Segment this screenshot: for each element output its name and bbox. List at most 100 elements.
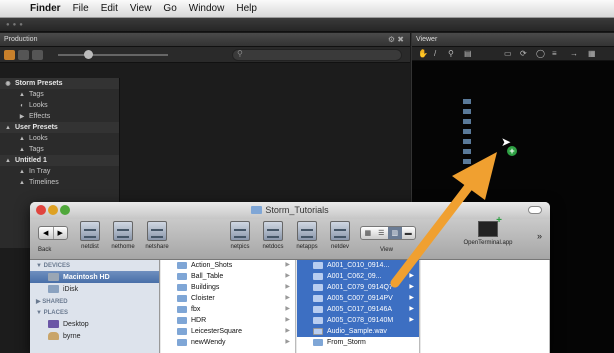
finder-titlebar[interactable]: Storm_Tutorials xyxy=(30,202,550,219)
icon-view-button[interactable]: ▦ xyxy=(361,227,375,239)
coverflow-view-button[interactable]: ▬ xyxy=(402,227,416,239)
list-item[interactable]: Cloister ▶ xyxy=(161,293,295,304)
devices-header[interactable]: ▼ DEVICES xyxy=(30,260,159,271)
list-item[interactable]: Buildings ▶ xyxy=(161,282,295,293)
menu-go[interactable]: Go xyxy=(157,3,182,14)
toolbar-netdist[interactable]: netdist xyxy=(76,221,104,250)
places-header[interactable]: ▼ PLACES xyxy=(30,307,159,318)
list-item[interactable]: A005_C007_0914PV ▶ xyxy=(297,293,419,304)
levels-icon[interactable]: ≡ xyxy=(552,49,557,58)
viewer-title: Viewer xyxy=(416,36,438,43)
list-item[interactable]: A001_C079_0914Q7 ▶ xyxy=(297,282,419,293)
frame-icon[interactable]: ▤ xyxy=(464,49,472,58)
toolbar-nethome[interactable]: nethome xyxy=(108,221,138,250)
sidebar-item-byrne[interactable]: byrne xyxy=(30,330,159,342)
list-item[interactable]: From_Storm xyxy=(297,337,419,348)
menu-view[interactable]: View xyxy=(124,3,158,14)
folder-icon xyxy=(177,262,187,269)
toolbar-netdev[interactable]: netdev xyxy=(326,221,354,250)
arrow-right-icon[interactable]: → xyxy=(570,49,578,58)
toolbar-toggle-button[interactable] xyxy=(528,206,542,214)
menu-help[interactable]: Help xyxy=(230,3,263,14)
copy-plus-icon: + xyxy=(507,146,517,156)
production-title: Production xyxy=(4,36,38,43)
toolbar-overflow-icon[interactable]: » xyxy=(537,231,542,241)
list-item[interactable]: A001_C010_0914... ▶ xyxy=(297,260,419,271)
search-input[interactable]: ⚲ xyxy=(232,49,402,61)
sidebar-item-user-looks[interactable]: ▲ Looks xyxy=(0,133,119,144)
hard-drive-icon xyxy=(48,273,59,281)
search-icon: ⚲ xyxy=(237,49,243,58)
network-drive-icon xyxy=(113,221,133,241)
folder-icon xyxy=(251,206,263,214)
list-view-button[interactable]: ☰ xyxy=(375,227,389,239)
slider-knob[interactable] xyxy=(84,50,93,59)
idisk-icon xyxy=(48,285,59,293)
list-item[interactable]: fbx ▶ xyxy=(161,304,295,315)
viewer-panel-header: Viewer xyxy=(412,33,614,47)
chevron-right-icon: ▶ xyxy=(285,284,290,290)
sidebar-item-timelines[interactable]: ▲ Timelines xyxy=(0,177,119,188)
shared-header[interactable]: ▶ SHARED xyxy=(30,295,159,307)
zoom-icon[interactable]: ⚲ xyxy=(448,49,454,58)
list-item[interactable]: Audio_Sample.wav xyxy=(297,326,419,337)
sidebar-item-effects[interactable]: ▶ Effects xyxy=(0,111,119,122)
rotate-icon[interactable]: ⟳ xyxy=(520,49,527,58)
chevron-right-icon: ▶ xyxy=(285,306,290,312)
filmstrip-view-button[interactable] xyxy=(32,50,43,60)
column-view-button[interactable]: ▥ xyxy=(388,227,402,239)
list-item[interactable]: newWendy ▶ xyxy=(161,337,295,348)
toolbar-netpics[interactable]: netpics xyxy=(226,221,254,250)
thumbnail-size-slider[interactable] xyxy=(58,54,168,56)
grid-view-button[interactable] xyxy=(4,50,15,60)
minimize-button[interactable] xyxy=(48,205,58,215)
sidebar-item-user-tags[interactable]: ▲ Tags xyxy=(0,144,119,155)
menu-file[interactable]: File xyxy=(67,3,95,14)
sidebar-item-idisk[interactable]: iDisk xyxy=(30,283,159,295)
window-controls[interactable]: ●●● xyxy=(6,22,26,28)
storm-icon: ◉ xyxy=(5,81,11,87)
production-panel-header: Production ⚙ ✖ xyxy=(0,33,410,47)
sidebar-header-user-presets[interactable]: ▲ User Presets xyxy=(0,122,119,133)
folder-icon xyxy=(313,295,323,302)
list-item[interactable]: Ball_Table ▶ xyxy=(161,271,295,282)
back-forward-buttons[interactable]: ◀ ▶ xyxy=(38,226,68,240)
sidebar-item-tags[interactable]: ▲ Tags xyxy=(0,89,119,100)
menu-finder[interactable]: Finder xyxy=(24,3,67,14)
list-item[interactable]: Action_Shots ▶ xyxy=(161,260,295,271)
view-mode-buttons[interactable]: ▦ ☰ ▥ ▬ xyxy=(360,226,416,240)
tag-icon: ▲ xyxy=(19,91,25,98)
sidebar-header-untitled[interactable]: ▲ Untitled 1 xyxy=(0,155,119,166)
toolbar-open-terminal[interactable]: OpenTerminal.app xyxy=(458,215,518,246)
toolbar-netapps[interactable]: netapps xyxy=(292,221,322,250)
sidebar-item-macintosh-hd[interactable]: Macintosh HD xyxy=(30,271,159,283)
sidebar-item-desktop[interactable]: Desktop xyxy=(30,318,159,330)
chevron-right-icon: ▶ xyxy=(409,306,414,312)
pen-icon[interactable]: / xyxy=(434,49,436,58)
list-item[interactable]: A001_C062_09... ▶ xyxy=(297,271,419,282)
toolbar-netdocs[interactable]: netdocs xyxy=(258,221,288,250)
menu-edit[interactable]: Edit xyxy=(95,3,124,14)
folder-icon xyxy=(313,317,323,324)
list-item[interactable]: HDR ▶ xyxy=(161,315,295,326)
color-icon[interactable]: ◯ xyxy=(536,49,545,58)
sidebar-item-in-tray[interactable]: ▲ In Tray xyxy=(0,166,119,177)
menu-window[interactable]: Window xyxy=(183,3,231,14)
crop-icon[interactable]: ▭ xyxy=(504,49,512,58)
forward-arrow-icon[interactable]: ▶ xyxy=(52,227,68,239)
sidebar-item-looks[interactable]: ◐ Looks xyxy=(0,100,119,111)
network-drive-icon xyxy=(330,221,350,241)
list-item[interactable]: LeicesterSquare ▶ xyxy=(161,326,295,337)
zoom-button[interactable] xyxy=(60,205,70,215)
back-arrow-icon[interactable]: ◀ xyxy=(39,227,53,239)
list-view-button[interactable] xyxy=(18,50,29,60)
list-item[interactable]: A005_C017_09146A ▶ xyxy=(297,304,419,315)
menu-bar: Finder File Edit View Go Window Help xyxy=(0,0,614,18)
toolbar-netshare[interactable]: netshare xyxy=(142,221,172,250)
close-button[interactable] xyxy=(36,205,46,215)
list-item[interactable]: A005_C078_09140M ▶ xyxy=(297,315,419,326)
hand-icon[interactable]: ✋ xyxy=(418,49,428,58)
grid-icon[interactable]: ▦ xyxy=(588,49,596,58)
panel-controls[interactable]: ⚙ ✖ xyxy=(388,35,404,44)
sidebar-header-storm-presets[interactable]: ◉ Storm Presets xyxy=(0,78,119,89)
